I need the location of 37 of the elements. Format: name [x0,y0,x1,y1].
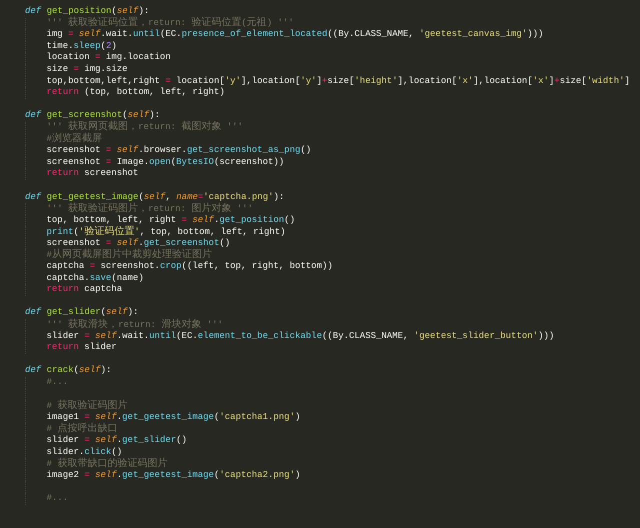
code-line: #... [46,377,68,389]
code-line: img = self.wait.until(EC.presence_of_element_located((By.CLASS_NAME, 'geetest_canvas_img'))) [46,29,544,41]
code-line: def crack(self): [25,365,112,377]
code-line: captcha.save(name) [46,272,144,284]
code-line: return (top, bottom, left, right) [46,87,225,99]
code-line: top,bottom,left,right = location['y'],location['y']+size['height'],location['x'],location['x']+size['width'] [46,76,630,88]
code-line: ''' 获取网页截图，return: 截图对象 ''' [46,121,243,132]
code-line: ''' 获取验证码位置，return: 验证码位置(元祖) ''' [46,17,294,30]
code-line: ''' 获取验证码图片，return: 图片对象 ''' [46,202,253,216]
code-line: #浏览器截屏 [46,133,102,146]
code-line: # 获取带缺口的验证码图片 [46,458,168,470]
code-line: ''' 获取滑块，return: 滑块对象 ''' [46,318,223,332]
code-line: # 点按呼出缺口 [46,422,118,436]
code-line: def get_slider(self): [25,307,138,318]
code-line: slider = self.wait.until(EC.element_to_be_clickable((By.CLASS_NAME, 'geetest_slider_button'))) [46,330,554,342]
code-line: def get_geetest_image(self, name='captcha.png'): [25,192,284,202]
code-line: slider = self.get_slider() [46,434,187,447]
code-line: location = img.location [46,52,171,64]
code-line: image1 = self.get_geetest_image('captcha1.png') [46,412,300,422]
code-line: screenshot = self.get_screenshot() [46,238,230,248]
code-line: return screenshot [46,168,138,180]
code-line: size = img.size [46,64,128,76]
code-line: screenshot = Image.open(BytesIO(screenshot)) [46,156,284,168]
code-line: #... [46,492,68,505]
code-line: def get_screenshot(self): [25,110,160,120]
code-line: time.sleep(2) [46,40,117,52]
code-line: return slider [46,342,117,354]
code-line: top, bottom, left, right = self.get_position() [46,214,295,226]
code-line: screenshot = self.browser.get_screenshot_as_png() [46,145,312,157]
code-line: slider.click() [46,446,122,458]
code-line: def get_position(self): [25,6,150,16]
code-line: return captcha [46,284,122,296]
code-line: image2 = self.get_geetest_image('captcha2.png') [46,470,300,482]
code-line: captcha = screenshot.crop((left, top, right, bottom)) [46,261,333,273]
code-line: # 获取验证码图片 [46,400,128,412]
code-line: print('验证码位置', top, bottom, left, right) [46,226,286,238]
code-line: #从网页截屏图片中裁剪处理验证图片 [46,248,212,262]
